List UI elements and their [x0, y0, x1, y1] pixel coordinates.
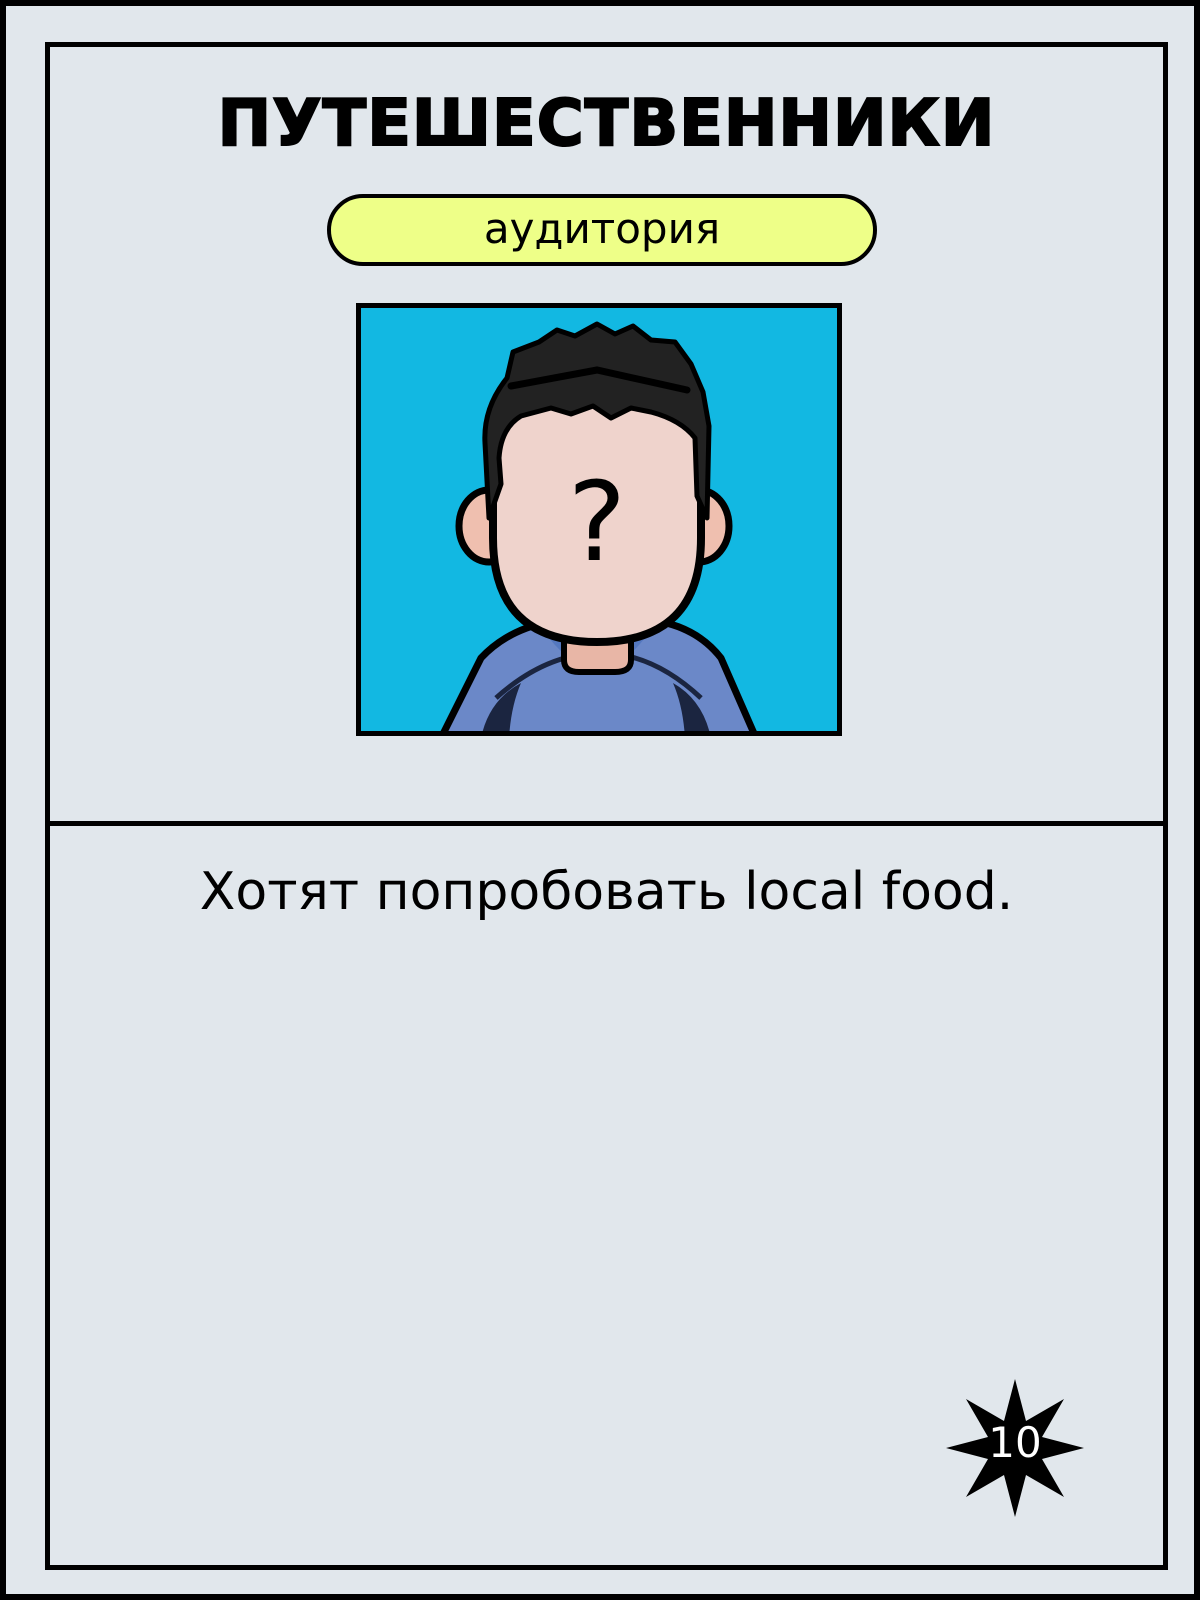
page-frame: ПУТЕШЕСТВЕННИКИ аудитория ? Хотят попроб… [0, 0, 1200, 1600]
card-number: 10 [988, 1418, 1042, 1467]
card-divider [50, 821, 1163, 826]
avatar-placeholder: ? [568, 458, 626, 586]
card-number-badge: 10 [940, 1373, 1090, 1523]
person-silhouette-icon: ? [361, 308, 837, 731]
category-label: аудитория [483, 203, 721, 253]
card-title: ПУТЕШЕСТВЕННИКИ [217, 86, 996, 162]
card-description: Хотят попробовать local food. [199, 862, 1014, 922]
card: ПУТЕШЕСТВЕННИКИ аудитория ? Хотят попроб… [45, 42, 1168, 1570]
avatar: ? [356, 303, 842, 736]
category-badge: аудитория [327, 194, 877, 266]
